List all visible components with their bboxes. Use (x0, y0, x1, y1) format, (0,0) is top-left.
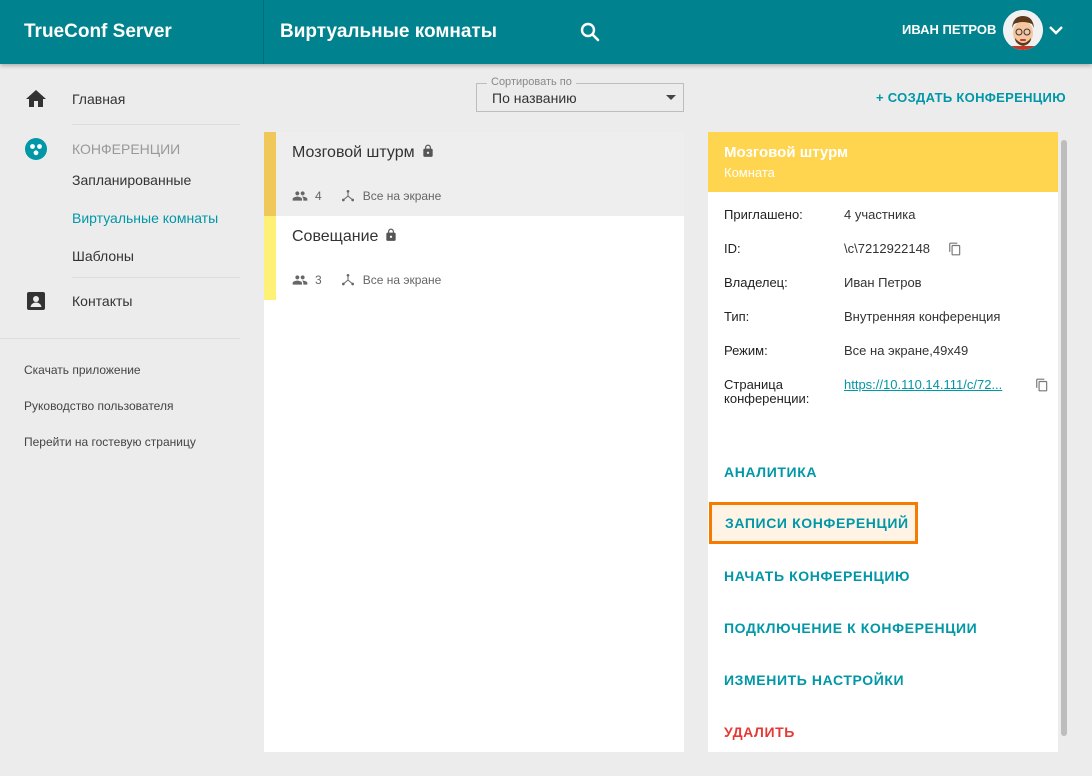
sidebar-item-scheduled[interactable]: Запланированные (72, 172, 191, 188)
details-title: Мозговой штурм (724, 144, 849, 161)
layout-mode-icon (341, 274, 354, 286)
copy-icon[interactable] (1035, 378, 1049, 392)
copy-icon[interactable] (948, 242, 962, 256)
participants-count: 4 (315, 189, 322, 203)
details-scrollbar[interactable] (1061, 140, 1067, 736)
sort-select[interactable]: Сортировать по По названию (476, 76, 684, 112)
avatar-face-icon (1003, 10, 1043, 50)
conference-color-bar (264, 216, 276, 300)
conference-meta: 3 Все на экране (292, 272, 441, 288)
mode-label: Режим: (724, 343, 768, 358)
sidebar-divider (0, 338, 240, 339)
owner-value: Иван Петров (844, 275, 922, 290)
details-header: Мозговой штурм Комната (708, 132, 1058, 192)
contacts-icon (27, 292, 45, 310)
conference-page-label: Страница конференции: (724, 378, 809, 406)
sidebar-item-contacts[interactable]: Контакты (24, 283, 132, 319)
guest-page-link[interactable]: Перейти на гостевую страницу (24, 435, 196, 449)
conference-name: Совещание (292, 228, 398, 246)
invited-value: 4 участника (844, 207, 916, 222)
layout-mode-icon (341, 190, 354, 202)
layout-mode-text: Все на экране (362, 273, 442, 287)
conference-page-label-line2: конференции: (724, 391, 810, 406)
sort-select-label: Сортировать по (487, 76, 576, 88)
sidebar-item-home[interactable]: Главная (24, 81, 125, 117)
join-conference-button[interactable]: ПОДКЛЮЧЕНИЕ К КОНФЕРЕНЦИИ (724, 620, 977, 636)
brand-logo-text[interactable]: TrueConf Server (24, 0, 172, 64)
id-value: \c\7212922148 (844, 241, 931, 256)
sidebar-item-templates[interactable]: Шаблоны (72, 248, 134, 264)
owner-label: Владелец: (724, 275, 788, 290)
lock-icon (422, 144, 433, 157)
dropdown-arrow-icon (666, 95, 676, 100)
participants-icon (292, 275, 308, 285)
list-item[interactable]: Совещание 3 Все на экране (264, 216, 684, 300)
list-item[interactable]: Мозговой штурм 4 Все на экране (264, 132, 684, 216)
conference-page-link[interactable]: https://10.110.14.111/c/72... (844, 378, 1002, 392)
conference-name: Мозговой штурм (292, 144, 435, 162)
header-divider (263, 0, 264, 64)
conference-name-text: Мозговой штурм (292, 144, 415, 161)
sidebar-section-label: КОНФЕРЕНЦИИ (72, 141, 181, 157)
invited-label: Приглашено: (724, 207, 803, 222)
sidebar-section-conferences[interactable]: КОНФЕРЕНЦИИ (24, 131, 180, 167)
sidebar-item-label: Контакты (72, 293, 133, 309)
sort-select-value: По названию (492, 90, 577, 106)
avatar[interactable] (1003, 10, 1043, 50)
conference-list: Мозговой штурм 4 Все на экране Совещание… (264, 132, 684, 752)
sidebar-item-virtual-rooms[interactable]: Виртуальные комнаты (72, 210, 218, 226)
conference-color-bar (264, 132, 276, 216)
edit-settings-button[interactable]: ИЗМЕНИТЬ НАСТРОЙКИ (724, 672, 904, 688)
lock-icon (386, 228, 397, 241)
page-title: Виртуальные комнаты (280, 21, 497, 42)
details-subtitle: Комната (724, 165, 775, 180)
conferences-icon (25, 138, 47, 160)
sidebar-divider (72, 124, 240, 125)
create-conference-button[interactable]: + СОЗДАТЬ КОНФЕРЕНЦИЮ (876, 90, 1066, 105)
top-app-bar: TrueConf Server Виртуальные комнаты ИВАН… (0, 0, 1092, 64)
layout-mode-text: Все на экране (362, 189, 442, 203)
conference-meta: 4 Все на экране (292, 188, 441, 204)
conference-page-label-line1: Страница (724, 377, 783, 392)
analytics-button[interactable]: АНАЛИТИКА (724, 464, 817, 480)
type-value: Внутренняя конференция (844, 309, 1001, 324)
conference-recordings-button[interactable]: ЗАПИСИ КОНФЕРЕНЦИЙ (709, 502, 918, 544)
conference-name-text: Совещание (292, 228, 379, 245)
sidebar-divider (72, 277, 240, 278)
chevron-down-icon[interactable] (1046, 20, 1066, 40)
id-label: ID: (724, 241, 741, 256)
type-label: Тип: (724, 309, 750, 324)
user-guide-link[interactable]: Руководство пользователя (24, 399, 173, 413)
download-app-link[interactable]: Скачать приложение (24, 363, 141, 377)
home-icon (26, 90, 46, 107)
user-name[interactable]: ИВАН ПЕТРОВ (902, 0, 996, 60)
participants-icon (292, 191, 308, 201)
conference-details-panel: Мозговой штурм Комната Приглашено: 4 уча… (708, 132, 1058, 752)
participants-count: 3 (315, 273, 322, 287)
mode-value: Все на экране,49x49 (844, 343, 969, 358)
search-icon[interactable] (578, 20, 602, 44)
sidebar-item-label: Главная (72, 91, 126, 107)
delete-button[interactable]: УДАЛИТЬ (724, 724, 795, 740)
start-conference-button[interactable]: НАЧАТЬ КОНФЕРЕНЦИЮ (724, 568, 910, 584)
